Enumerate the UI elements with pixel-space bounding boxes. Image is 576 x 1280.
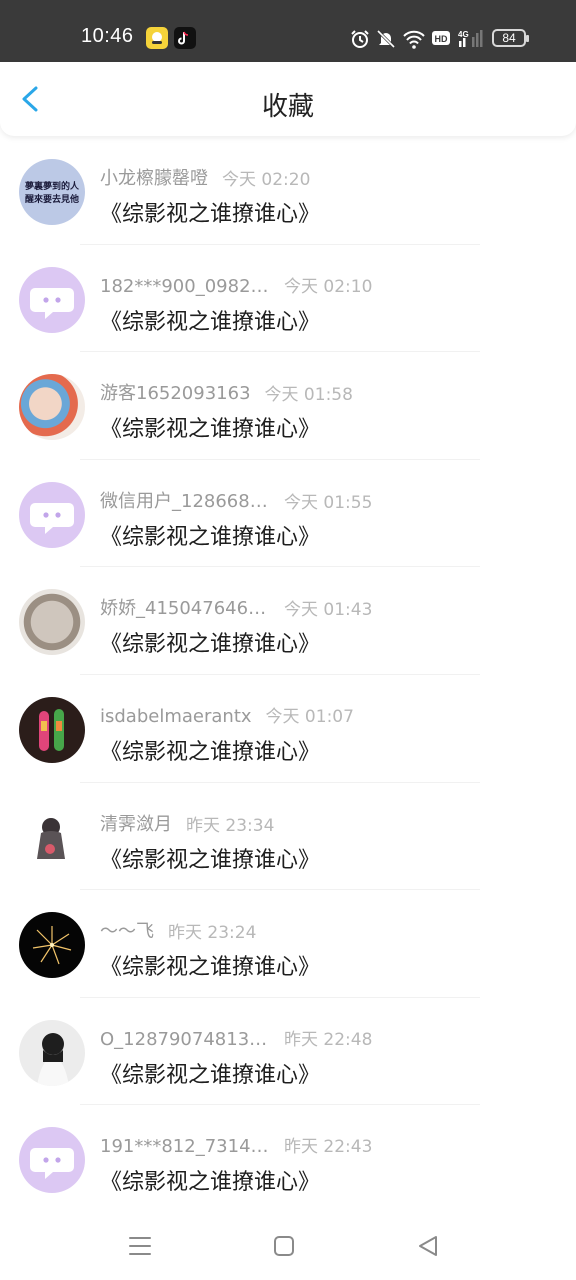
signal-4g-icon: 4G bbox=[458, 30, 483, 47]
chat-bubble-icon bbox=[30, 502, 74, 534]
user-name: 191***812_73145... bbox=[100, 1136, 270, 1158]
system-nav-bar bbox=[0, 1216, 576, 1280]
item-title: 《综影视之谁撩谁心》 bbox=[100, 1170, 321, 1196]
item-title: 《综影视之谁撩谁心》 bbox=[100, 202, 321, 227]
item-title: 《综影视之谁撩谁心》 bbox=[100, 739, 321, 765]
alarm-icon bbox=[351, 30, 369, 48]
back-icon[interactable] bbox=[414, 1232, 442, 1260]
home-icon[interactable] bbox=[270, 1232, 298, 1260]
svg-text:夢裏夢到的人: 夢裏夢到的人 bbox=[25, 180, 80, 192]
item-title: 《综影视之谁撩谁心》 bbox=[100, 847, 321, 873]
list-item[interactable]: 微信用户_1286681... 今天 01:55 《综影视之谁撩谁心》 bbox=[0, 460, 576, 568]
avatar[interactable] bbox=[19, 589, 85, 656]
post-time: 昨天 23:34 bbox=[186, 815, 275, 836]
mute-icon bbox=[376, 29, 396, 49]
user-name: 游客1652093163 bbox=[100, 383, 251, 405]
avatar[interactable] bbox=[19, 912, 85, 979]
item-title: 《综影视之谁撩谁心》 bbox=[100, 955, 321, 981]
list-item[interactable]: 191***812_73145... 昨天 22:43 《综影视之谁撩谁心》 bbox=[0, 1105, 576, 1213]
post-time: 昨天 22:43 bbox=[284, 1137, 373, 1158]
app-icon-yellow bbox=[146, 27, 168, 49]
list-item[interactable]: O_128790748136... 昨天 22:48 《综影视之谁撩谁心》 bbox=[0, 998, 576, 1106]
post-time: 今天 02:20 bbox=[222, 170, 311, 190]
avatar[interactable] bbox=[19, 696, 85, 763]
battery-icon: 84 bbox=[492, 29, 529, 47]
tiktok-icon bbox=[174, 27, 196, 49]
header: 收藏 bbox=[0, 62, 576, 136]
item-title: 《综影视之谁撩谁心》 bbox=[100, 1062, 321, 1088]
hd-icon: HD bbox=[432, 31, 450, 45]
user-name: 清霁潋月 bbox=[100, 813, 172, 835]
chat-bubble-icon bbox=[30, 287, 74, 319]
user-name: ～～飞 bbox=[100, 921, 154, 943]
item-title: 《综影视之谁撩谁心》 bbox=[100, 632, 321, 658]
list-item[interactable]: 游客1652093163 今天 01:58 《综影视之谁撩谁心》 bbox=[0, 352, 576, 460]
list-item[interactable]: 娇娇_4150476462... 今天 01:43 《综影视之谁撩谁心》 bbox=[0, 567, 576, 675]
list-item[interactable]: isdabelmaerantx 今天 01:07 《综影视之谁撩谁心》 bbox=[0, 675, 576, 783]
post-time: 昨天 22:48 bbox=[284, 1029, 373, 1050]
list-item[interactable]: 182***900_09821... 今天 02:10 《综影视之谁撩谁心》 bbox=[0, 245, 576, 353]
user-name: 娇娇_4150476462... bbox=[100, 598, 270, 620]
post-time: 今天 01:58 bbox=[264, 385, 353, 406]
post-time: 昨天 23:24 bbox=[168, 923, 257, 944]
status-bar: 10:46 HD 4G 84 bbox=[0, 0, 576, 62]
item-title: 《综影视之谁撩谁心》 bbox=[100, 524, 321, 550]
user-name: 微信用户_1286681... bbox=[100, 490, 270, 512]
avatar[interactable] bbox=[19, 374, 85, 441]
wifi-icon bbox=[403, 30, 425, 49]
svg-text:醒來要去見他: 醒來要去見他 bbox=[25, 193, 79, 205]
avatar[interactable] bbox=[19, 1127, 85, 1194]
user-name: isdabelmaerantx bbox=[100, 705, 252, 727]
list-item[interactable]: 夢裏夢到的人 醒來要去見他 小龙檫朦罄噔 今天 02:20 《综影视之谁撩谁心》 bbox=[0, 137, 576, 245]
post-time: 今天 01:55 bbox=[284, 492, 373, 513]
favorites-list: 夢裏夢到的人 醒來要去見他 小龙檫朦罄噔 今天 02:20 《综影视之谁撩谁心》 … bbox=[0, 137, 576, 1213]
menu-icon[interactable] bbox=[126, 1232, 154, 1260]
status-time: 10:46 bbox=[81, 25, 134, 47]
user-name: 小龙檫朦罄噔 bbox=[100, 168, 208, 189]
avatar[interactable] bbox=[19, 481, 85, 548]
item-title: 《综影视之谁撩谁心》 bbox=[100, 417, 321, 443]
page-title: 收藏 bbox=[261, 92, 314, 122]
avatar[interactable] bbox=[19, 1019, 85, 1086]
avatar[interactable] bbox=[19, 804, 85, 871]
avatar[interactable]: 夢裏夢到的人 醒來要去見他 bbox=[19, 159, 85, 225]
post-time: 今天 01:43 bbox=[284, 600, 373, 621]
chat-bubble-icon bbox=[30, 1148, 74, 1180]
svg-text:4G: 4G bbox=[458, 30, 469, 39]
post-time: 今天 01:07 bbox=[265, 706, 354, 727]
svg-text:HD: HD bbox=[435, 34, 448, 44]
list-item[interactable]: ～～飞 昨天 23:24 《综影视之谁撩谁心》 bbox=[0, 890, 576, 998]
list-item[interactable]: 清霁潋月 昨天 23:34 《综影视之谁撩谁心》 bbox=[0, 783, 576, 891]
user-name: 182***900_09821... bbox=[100, 275, 270, 297]
item-title: 《综影视之谁撩谁心》 bbox=[100, 309, 321, 335]
avatar[interactable] bbox=[19, 266, 85, 333]
user-name: O_128790748136... bbox=[100, 1028, 270, 1050]
post-time: 今天 02:10 bbox=[284, 276, 373, 297]
